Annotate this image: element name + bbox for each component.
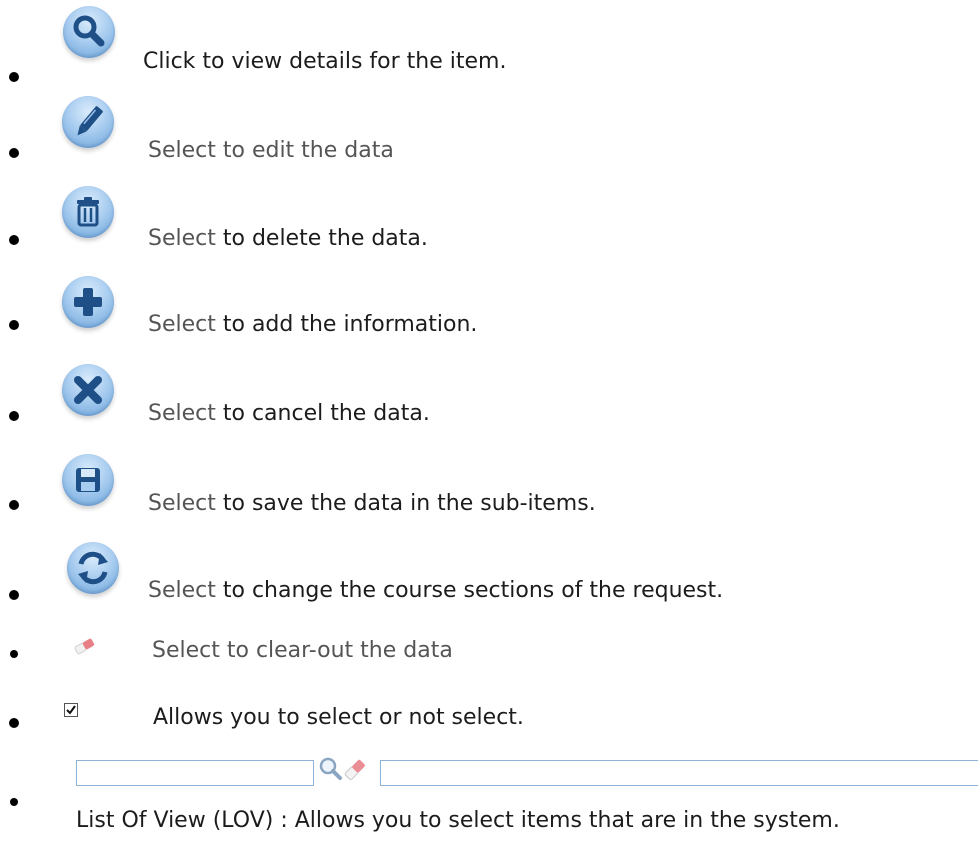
bullet xyxy=(10,798,18,806)
trash-icon xyxy=(62,186,114,238)
add-plus-icon xyxy=(62,276,114,328)
cancel-x-icon xyxy=(62,364,114,416)
edit-pencil-icon xyxy=(62,96,114,148)
lov-caption: List Of View (LOV) : Allows you to selec… xyxy=(76,808,840,833)
legend-text: to cancel the data. xyxy=(215,401,430,426)
legend-lead: Select xyxy=(148,491,216,516)
bullet xyxy=(9,235,19,245)
bullet xyxy=(9,590,19,600)
legend-text: to change the course sections of the req… xyxy=(215,578,724,603)
legend-text: Click to view details for the item. xyxy=(143,49,507,74)
legend-text-group: Select to save the data in the sub-items… xyxy=(148,491,596,516)
legend-lead: Select xyxy=(148,312,216,337)
bullet xyxy=(9,718,19,728)
legend-text-group: Select to add the information. xyxy=(148,312,477,337)
legend-text-group: Select to cancel the data. xyxy=(148,401,430,426)
lov-code-input[interactable] xyxy=(76,760,314,786)
bullet xyxy=(9,411,19,421)
legend-text: Allows you to select or not select. xyxy=(153,705,524,730)
bullet xyxy=(9,148,19,158)
save-disk-icon xyxy=(62,454,114,506)
bullet xyxy=(9,500,19,510)
legend-text: to save the data in the sub-items. xyxy=(215,491,596,516)
swap-arrows-icon xyxy=(67,542,119,594)
bullet xyxy=(10,650,18,658)
bullet xyxy=(9,72,19,82)
checkbox-icon xyxy=(64,703,78,717)
legend-text: to add the information. xyxy=(215,312,478,337)
legend-lead: Select xyxy=(148,578,216,603)
legend-text-group: Select to delete the data. xyxy=(148,226,428,251)
legend-lead: Select xyxy=(148,226,216,251)
lov-description-input[interactable] xyxy=(380,760,978,786)
legend-lead: Select to edit the data xyxy=(148,138,394,163)
legend-lead: Select xyxy=(148,401,216,426)
legend-lead: Select to clear-out the data xyxy=(152,638,453,663)
eraser-icon[interactable] xyxy=(342,757,368,781)
legend-text: to delete the data. xyxy=(215,226,428,251)
bullet xyxy=(9,320,19,330)
search-icon xyxy=(63,6,115,58)
eraser-icon xyxy=(74,638,95,655)
search-icon[interactable] xyxy=(318,756,344,782)
legend-text-group: Select to change the course sections of … xyxy=(148,578,723,603)
